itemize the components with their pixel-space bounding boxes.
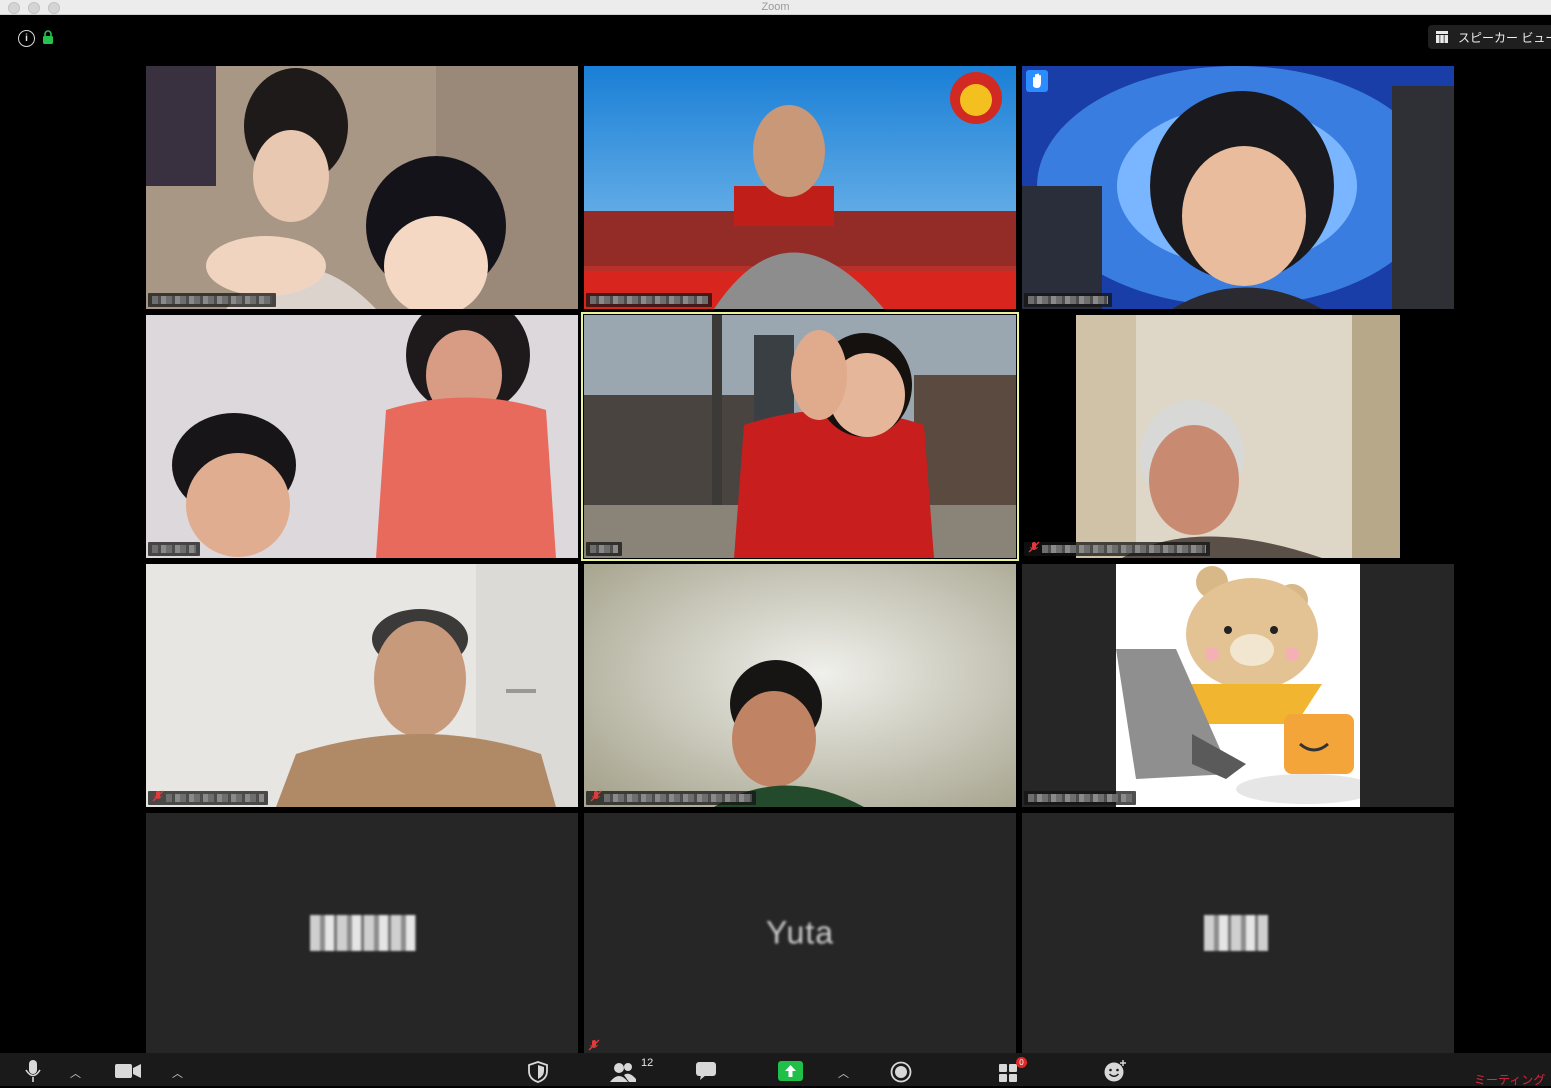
end-meeting-button[interactable]: ミーティング [1474,1071,1545,1088]
participant-video [1076,315,1400,558]
video-tile-6[interactable] [1022,315,1454,558]
muted-microphone-icon [590,790,602,802]
bear-avatar-image [1116,564,1360,807]
reactions-icon [1104,1060,1126,1082]
meeting-info-icon[interactable]: i [18,30,35,47]
chat-button[interactable] [695,1061,717,1083]
participant-name-tag [586,790,756,805]
encryption-lock-icon[interactable] [42,30,54,44]
microphone-button[interactable] [24,1059,42,1082]
video-tile-9[interactable] [1022,564,1454,807]
participant-name-label: Yuta [765,914,835,951]
security-button[interactable] [528,1061,548,1083]
participant-video [584,315,1016,558]
view-toggle-button[interactable]: スピーカー ビュー [1428,25,1551,49]
view-toggle-label: スピーカー ビュー [1458,31,1551,45]
record-icon [890,1061,912,1083]
participant-video [1022,66,1454,309]
share-options-chevron-icon[interactable]: ︿ [838,1065,849,1081]
audio-options-chevron-icon[interactable]: ︿ [70,1065,81,1081]
share-screen-icon [778,1061,803,1081]
participant-video [146,564,578,807]
meeting-toolbar: ︿ ︿ 12 ︿ 0 ミーティング [0,1053,1551,1088]
muted-microphone-icon [588,1039,600,1051]
window-title: Zoom [761,1,790,13]
participant-name-tag [1024,541,1210,556]
participant-name-tag [148,293,276,307]
participant-name-label [310,915,416,951]
participants-icon [610,1063,636,1082]
apps-notification-badge: 0 [1016,1057,1027,1068]
video-tile-4[interactable] [146,315,578,558]
camera-icon [115,1064,141,1078]
participant-video [584,564,1016,807]
video-tile-2[interactable] [584,66,1016,309]
raise-hand-icon [1026,70,1048,92]
participants-count: 12 [641,1057,654,1069]
video-tile-1[interactable] [146,66,578,309]
speaker-view-icon [1436,31,1448,43]
muted-microphone-icon [152,790,164,802]
video-tile-8[interactable] [584,564,1016,807]
participant-name-tag [148,790,268,805]
window-title-bar: Zoom [0,0,1551,15]
participant-name-tag [1024,293,1112,307]
participant-name-tag [148,542,200,556]
video-tile-3[interactable] [1022,66,1454,309]
participant-name-tag [1024,791,1136,805]
share-screen-button[interactable] [778,1061,803,1083]
participants-button[interactable] [610,1062,636,1084]
video-tile-12-camera-off[interactable] [1022,813,1454,1053]
video-tile-5-active-speaker[interactable] [581,312,1019,561]
security-icon [528,1061,548,1083]
video-tile-7[interactable] [146,564,578,807]
participant-video [146,66,578,309]
participant-video [584,66,1016,309]
video-tile-11-camera-off[interactable]: Yuta [584,813,1016,1053]
participant-name-tag [586,293,712,307]
video-tile-10-camera-off[interactable] [146,813,578,1053]
video-options-chevron-icon[interactable]: ︿ [172,1065,183,1081]
record-button[interactable] [890,1061,912,1083]
participant-video [146,315,578,558]
chat-icon [696,1062,716,1080]
muted-microphone-icon [1028,541,1040,553]
reactions-button[interactable] [1103,1059,1127,1082]
video-button[interactable] [115,1063,141,1085]
microphone-icon [25,1060,41,1082]
participant-name-label [1204,915,1268,951]
participant-name-tag [586,542,622,556]
